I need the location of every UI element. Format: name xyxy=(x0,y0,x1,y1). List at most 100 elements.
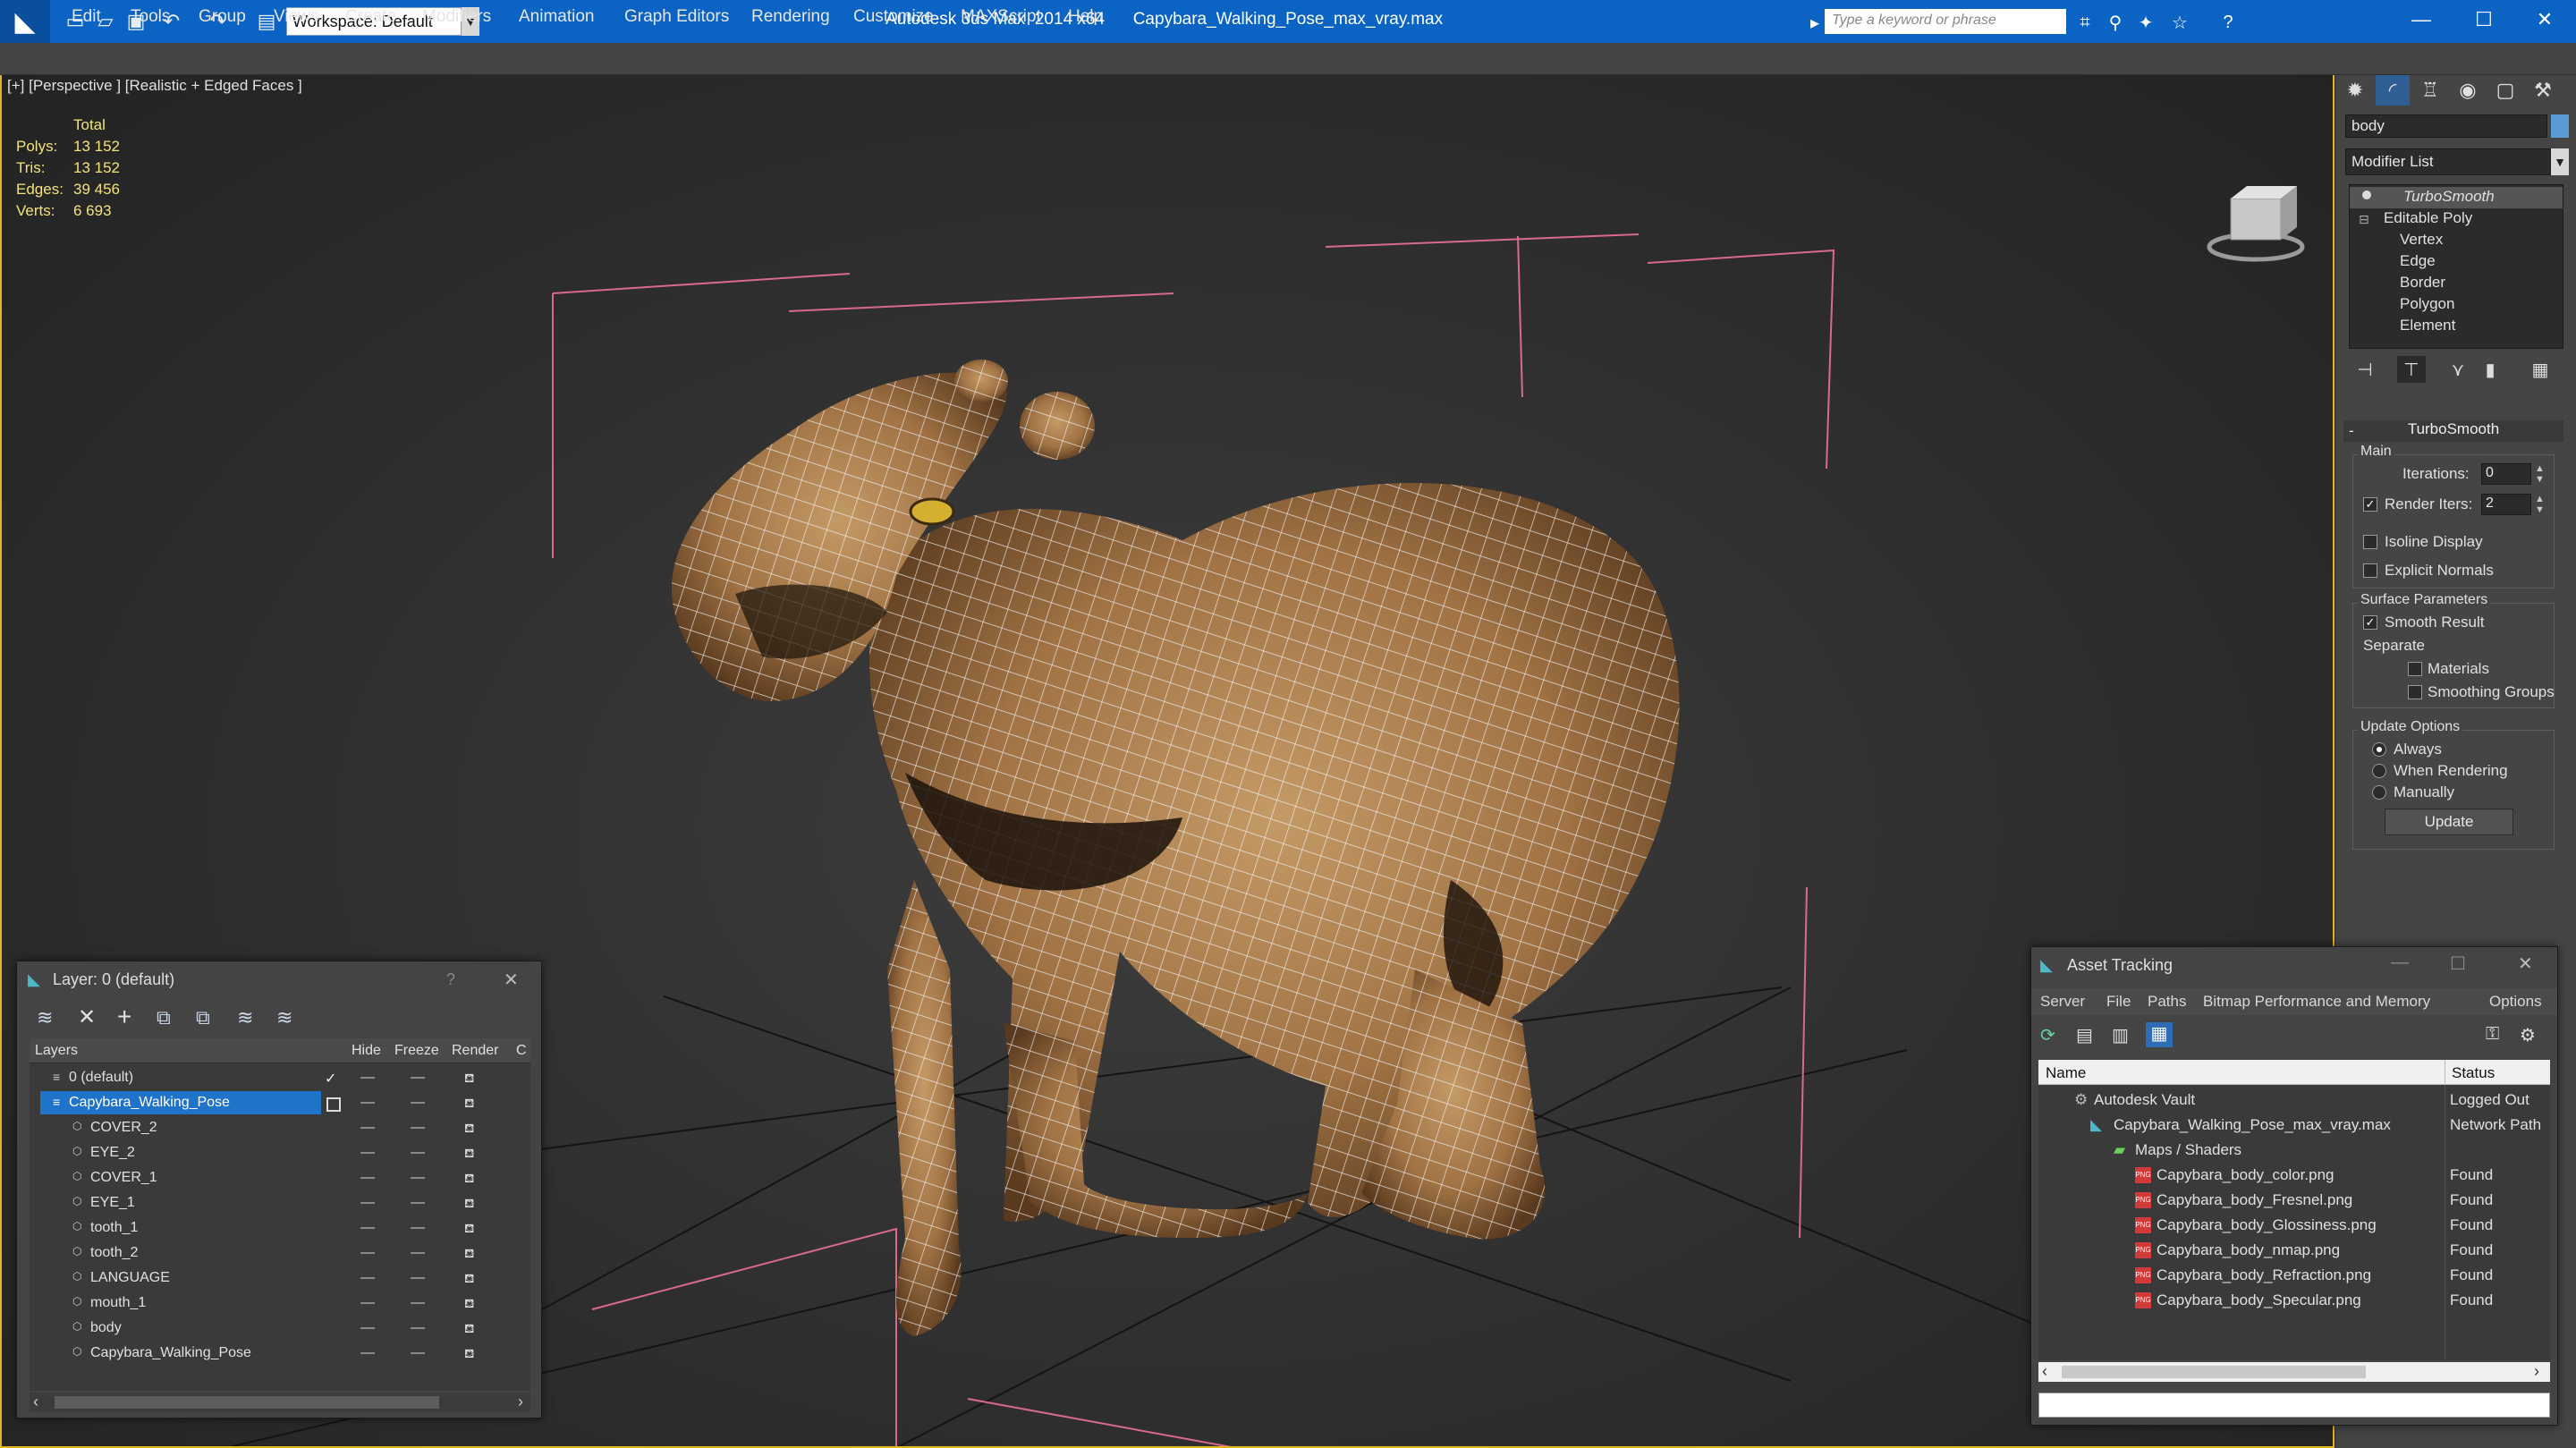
asset-row[interactable]: PNG Capybara_body_Refraction.png Found xyxy=(2038,1262,2554,1287)
asset-menu-options[interactable]: Options xyxy=(2489,993,2542,1011)
chevron-right-icon[interactable]: ▸ xyxy=(1803,11,1826,34)
vault-help-icon[interactable]: ⚿ xyxy=(2486,1024,2499,1045)
hide-toggle[interactable] xyxy=(360,1277,375,1279)
menu-edit[interactable]: Edit xyxy=(72,7,101,27)
viewport-label[interactable]: [+] [Perspective ] [Realistic + Edged Fa… xyxy=(7,77,302,95)
menu-customize[interactable]: Customize xyxy=(853,7,934,27)
layer-row[interactable]: ⬡ mouth_1 ⛾ xyxy=(30,1291,530,1316)
horizontal-scrollbar[interactable]: ‹ › xyxy=(30,1393,530,1412)
hide-toggle[interactable] xyxy=(360,1352,375,1354)
asset-menu-file[interactable]: File xyxy=(2106,993,2131,1011)
stack-item-border[interactable]: Border xyxy=(2350,273,2563,294)
stack-item-polygon[interactable]: Polygon xyxy=(2350,294,2563,316)
horizontal-scrollbar[interactable]: ‹ › xyxy=(2038,1362,2550,1382)
layer-row[interactable]: ⬡ body ⛾ xyxy=(30,1316,530,1341)
spinner-arrows-icon[interactable]: ▲ ▼ xyxy=(2535,463,2545,485)
menu-animation[interactable]: Animation xyxy=(519,7,595,27)
app-logo-icon[interactable]: ◣ xyxy=(0,0,50,43)
layer-row[interactable]: ≡ 0 (default) ✓ ⛾ xyxy=(30,1065,530,1090)
stack-item-edge[interactable]: Edge xyxy=(2350,251,2563,273)
layer-row[interactable]: ⬡ LANGUAGE ⛾ xyxy=(30,1266,530,1291)
materials-checkbox[interactable] xyxy=(2408,662,2422,676)
render-teapot-icon[interactable]: ⛾ xyxy=(464,1296,474,1313)
render-teapot-icon[interactable]: ⛾ xyxy=(464,1346,474,1363)
favorites-star-icon[interactable]: ☆ xyxy=(2168,11,2191,34)
help-icon[interactable]: ? xyxy=(2216,11,2240,34)
scrollbar-thumb[interactable] xyxy=(2062,1366,2366,1378)
freeze-toggle[interactable] xyxy=(411,1177,425,1179)
layer-row[interactable]: ⬡ tooth_1 ⛾ xyxy=(30,1215,530,1241)
freeze-toggle[interactable] xyxy=(411,1202,425,1204)
freeze-toggle[interactable] xyxy=(411,1302,425,1304)
update-button[interactable]: Update xyxy=(2385,809,2513,835)
asset-row[interactable]: PNG Capybara_body_Fresnel.png Found xyxy=(2038,1187,2554,1212)
layer-row[interactable]: ⬡ COVER_1 ⛾ xyxy=(30,1165,530,1190)
search-input[interactable]: Type a keyword or phrase xyxy=(1825,9,2066,34)
help-icon[interactable]: ? xyxy=(446,970,455,989)
hide-toggle[interactable] xyxy=(360,1252,375,1254)
menu-group[interactable]: Group xyxy=(199,7,246,27)
maximize-icon[interactable]: ☐ xyxy=(2453,0,2515,39)
menu-graph-editors[interactable]: Graph Editors xyxy=(624,7,729,27)
menu-tools[interactable]: Tools xyxy=(131,7,170,27)
column-render[interactable]: Render xyxy=(452,1043,498,1059)
modify-tab-icon[interactable]: ◜ xyxy=(2376,75,2410,106)
configure-sets-icon[interactable]: ▦ xyxy=(2526,356,2555,383)
hide-toggle[interactable] xyxy=(360,1152,375,1154)
close-icon[interactable]: ✕ xyxy=(2518,953,2533,975)
asset-row[interactable]: PNG Capybara_body_color.png Found xyxy=(2038,1162,2554,1187)
hierarchy-tab-icon[interactable]: ♖ xyxy=(2413,75,2447,106)
pin-stack-icon[interactable]: ⊣ xyxy=(2351,356,2379,383)
binoculars-icon[interactable]: ⌗ xyxy=(2073,11,2097,34)
remove-modifier-icon[interactable]: ▮ xyxy=(2476,356,2504,383)
highlight-layer-icon[interactable]: ⧉ xyxy=(196,1006,210,1029)
communication-center-icon[interactable]: ⚲ xyxy=(2104,11,2127,34)
display-tab-icon[interactable]: ▢ xyxy=(2488,75,2522,106)
layer-row[interactable]: ⬡ tooth_2 ⛾ xyxy=(30,1241,530,1266)
turbosmooth-rollout-header[interactable]: - TurboSmooth xyxy=(2343,420,2563,442)
detail-view-icon[interactable]: ▥ xyxy=(2112,1024,2129,1046)
close-icon[interactable]: ✕ xyxy=(2513,0,2576,39)
freeze-toggle[interactable] xyxy=(411,1252,425,1254)
subscription-icon[interactable]: ✦ xyxy=(2134,11,2157,34)
create-tab-icon[interactable]: ✹ xyxy=(2338,75,2372,106)
hide-toggle[interactable] xyxy=(360,1327,375,1329)
spinner-arrows-icon[interactable]: ▲ ▼ xyxy=(2535,494,2545,515)
explicit-normals-checkbox[interactable] xyxy=(2363,563,2377,578)
asset-row[interactable]: ◣ Capybara_Walking_Pose_max_vray.max Net… xyxy=(2038,1112,2554,1137)
freeze-all-icon[interactable]: ≋ xyxy=(276,1006,292,1029)
table-view-icon[interactable]: ▦ xyxy=(2146,1022,2173,1047)
hide-toggle[interactable] xyxy=(360,1202,375,1204)
stack-item-editable-poly[interactable]: Editable Poly xyxy=(2350,208,2563,230)
when-rendering-radio[interactable] xyxy=(2372,764,2386,778)
freeze-toggle[interactable] xyxy=(411,1227,425,1229)
render-teapot-icon[interactable]: ⛾ xyxy=(464,1146,474,1163)
render-teapot-icon[interactable]: ⛾ xyxy=(464,1221,474,1238)
show-end-result-icon[interactable]: ⊤ xyxy=(2397,356,2426,383)
freeze-toggle[interactable] xyxy=(411,1277,425,1279)
freeze-toggle[interactable] xyxy=(411,1327,425,1329)
scrollbar-thumb[interactable] xyxy=(55,1396,439,1409)
column-color[interactable]: C xyxy=(516,1043,527,1059)
minimize-icon[interactable]: — xyxy=(2391,953,2409,973)
vault-settings-icon[interactable]: ⚙ xyxy=(2520,1024,2536,1046)
manually-radio[interactable] xyxy=(2372,785,2386,800)
render-teapot-icon[interactable]: ⛾ xyxy=(464,1071,474,1088)
create-layer-icon[interactable]: ≋ xyxy=(37,1006,53,1029)
layer-row[interactable]: ⬡ EYE_1 ⛾ xyxy=(30,1190,530,1215)
iterations-spinner[interactable]: 0 xyxy=(2481,463,2531,485)
layer-row[interactable]: ≡ Capybara_Walking_Pose ⛾ xyxy=(30,1090,530,1115)
chevron-right-icon[interactable]: › xyxy=(2534,1362,2539,1381)
render-teapot-icon[interactable]: ⛾ xyxy=(464,1196,474,1213)
smooth-result-checkbox[interactable]: ✓ xyxy=(2363,615,2377,630)
hide-toggle[interactable] xyxy=(360,1302,375,1304)
render-teapot-icon[interactable]: ⛾ xyxy=(464,1171,474,1188)
chevron-left-icon[interactable]: ‹ xyxy=(2042,1362,2047,1381)
asset-row[interactable]: ▰ Maps / Shaders xyxy=(2038,1137,2554,1162)
column-status[interactable]: Status xyxy=(2452,1064,2495,1082)
path-field[interactable] xyxy=(2038,1393,2550,1418)
hide-toggle[interactable] xyxy=(360,1102,375,1104)
render-teapot-icon[interactable]: ⛾ xyxy=(464,1321,474,1338)
maximize-icon[interactable]: ☐ xyxy=(2450,953,2466,975)
column-freeze[interactable]: Freeze xyxy=(394,1043,439,1059)
